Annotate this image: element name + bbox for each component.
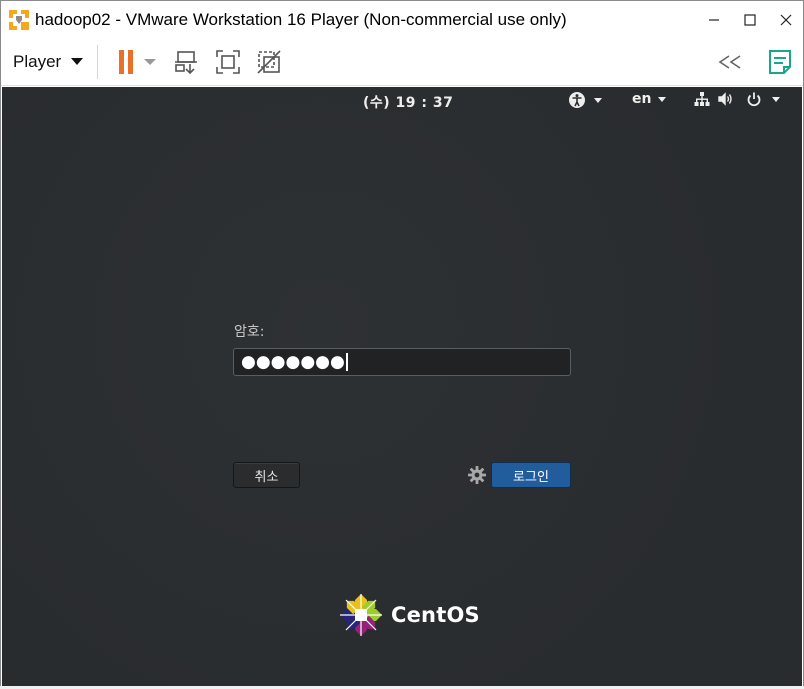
toolbar-divider [97, 45, 98, 79]
unity-icon [257, 50, 281, 74]
language-menu[interactable]: en [632, 91, 667, 107]
language-label: en [632, 91, 652, 107]
close-icon [780, 14, 792, 26]
power-icon [747, 92, 761, 107]
unity-button[interactable] [252, 45, 286, 79]
caret-down-icon [658, 96, 667, 102]
gnome-top-bar: (수) 19 : 37 en [2, 87, 802, 115]
password-input[interactable]: ●●●●●●● [233, 348, 571, 376]
vmware-player-window: hadoop02 - VMware Workstation 16 Player … [0, 0, 804, 689]
accessibility-menu[interactable] [568, 91, 602, 109]
system-status-menu[interactable] [694, 91, 780, 107]
pause-icon [119, 50, 133, 74]
fullscreen-button[interactable] [211, 45, 245, 79]
dropdown-caret-icon [71, 58, 84, 65]
close-button[interactable] [768, 1, 804, 39]
minimize-icon [709, 19, 719, 21]
volume-icon [718, 92, 732, 106]
maximize-icon [744, 14, 756, 26]
fullscreen-icon [216, 50, 240, 74]
vm-screen[interactable]: (수) 19 : 37 en 암호: ●●●●●●● 취소 로그인 CentOS [2, 87, 802, 687]
pause-dropdown-caret-icon[interactable] [143, 58, 157, 66]
send-ctrl-alt-del-button[interactable] [169, 45, 203, 79]
pause-button[interactable] [109, 45, 161, 79]
collapse-toolbar-button[interactable] [713, 45, 747, 79]
player-menu-label: Player [13, 52, 62, 71]
centos-logo: CentOS [339, 593, 480, 637]
notes-icon [769, 50, 791, 74]
double-chevron-left-icon [718, 55, 741, 69]
maximize-button[interactable] [732, 1, 768, 39]
clock[interactable]: (수) 19 : 37 [363, 92, 453, 112]
window-title: hadoop02 - VMware Workstation 16 Player … [35, 10, 567, 29]
centos-logo-icon [340, 594, 382, 636]
text-cursor [345, 353, 348, 371]
login-button[interactable]: 로그인 [491, 462, 571, 488]
vmware-app-icon [9, 10, 29, 30]
accessibility-icon [569, 92, 585, 108]
password-label: 암호: [234, 324, 265, 340]
network-wired-icon [694, 92, 710, 106]
gear-icon[interactable] [467, 465, 487, 485]
player-menu-button[interactable]: Player [7, 48, 89, 76]
password-mask: ●●●●●●● [241, 352, 345, 372]
notes-button[interactable] [763, 45, 797, 79]
caret-down-icon [772, 96, 780, 102]
minimize-button[interactable] [696, 1, 732, 39]
send-ctrl-alt-del-icon [175, 51, 197, 75]
cancel-button[interactable]: 취소 [233, 462, 300, 488]
player-toolbar: Player [1, 39, 803, 86]
centos-logo-text: CentOS [391, 603, 480, 627]
title-bar: hadoop02 - VMware Workstation 16 Player … [1, 1, 803, 39]
caret-down-icon [594, 97, 602, 103]
